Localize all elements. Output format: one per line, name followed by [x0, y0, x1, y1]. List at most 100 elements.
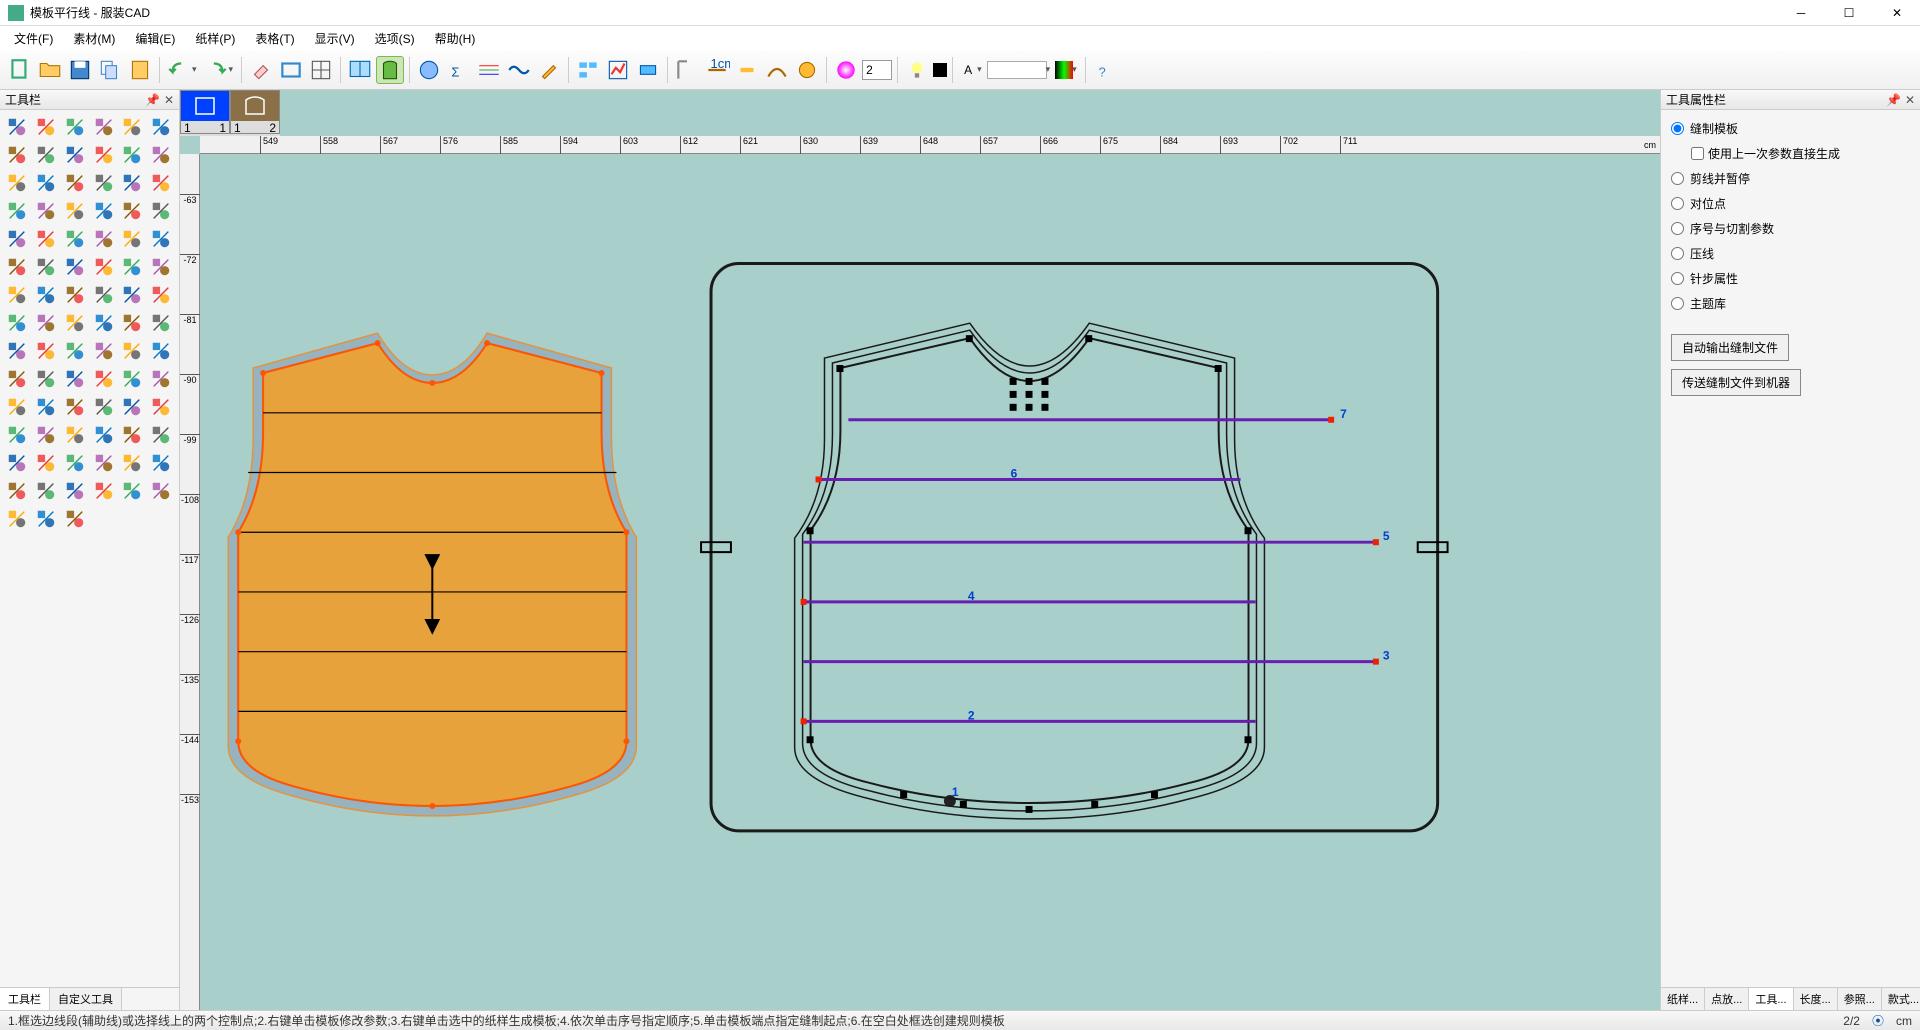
- tool-marker-icon[interactable]: [148, 114, 174, 140]
- tool-parallel-icon[interactable]: [119, 310, 145, 336]
- tool-r1-icon[interactable]: [4, 478, 30, 504]
- panel-close-icon[interactable]: ✕: [164, 93, 174, 107]
- tool-align-icon[interactable]: [91, 310, 117, 336]
- tool-q3-icon[interactable]: [62, 450, 88, 476]
- tool-pinch-icon[interactable]: [119, 226, 145, 252]
- tool-r6-icon[interactable]: [148, 478, 174, 504]
- tool-blue2-icon[interactable]: [33, 422, 59, 448]
- paste-icon[interactable]: [126, 56, 154, 84]
- tool-p16-icon[interactable]: [91, 394, 117, 420]
- tool-arrow-icon[interactable]: [4, 114, 30, 140]
- drawing-viewport[interactable]: 7654321: [200, 154, 1660, 1010]
- left-pattern-piece[interactable]: [228, 333, 636, 816]
- tool-wrench-icon[interactable]: [62, 170, 88, 196]
- film-strip-icon[interactable]: [1055, 61, 1073, 79]
- tool-triangle-icon[interactable]: [62, 226, 88, 252]
- style-dropdown-arrow-icon[interactable]: ▾: [1046, 64, 1051, 75]
- tool-angle-icon[interactable]: [62, 254, 88, 280]
- radio-2[interactable]: 对位点: [1671, 195, 1910, 212]
- tool-img-icon[interactable]: [4, 366, 30, 392]
- tool-tag-icon[interactable]: [148, 170, 174, 196]
- tool-q5-icon[interactable]: [119, 450, 145, 476]
- new-icon[interactable]: [6, 56, 34, 84]
- tool-shape-c-icon[interactable]: [62, 310, 88, 336]
- mirror-icon[interactable]: [793, 56, 821, 84]
- wave-icon[interactable]: [505, 56, 533, 84]
- tool-wave-icon[interactable]: [33, 254, 59, 280]
- tool-p11-icon[interactable]: [119, 366, 145, 392]
- menu-表格(T)[interactable]: 表格(T): [247, 28, 302, 49]
- notch-icon[interactable]: [733, 56, 761, 84]
- thumbnail-1[interactable]: 12: [230, 90, 280, 134]
- right-tab-5[interactable]: 款式...: [1882, 988, 1920, 1010]
- tool-p6-icon[interactable]: [91, 338, 117, 364]
- tool-pen-curve-icon[interactable]: [33, 114, 59, 140]
- tool-blue6-icon[interactable]: [148, 422, 174, 448]
- tool-p12-icon[interactable]: [148, 366, 174, 392]
- tool-q6-icon[interactable]: [148, 450, 174, 476]
- right-tab-2[interactable]: 工具...: [1749, 988, 1793, 1010]
- tool-plus-icon[interactable]: [119, 282, 145, 308]
- minimize-button[interactable]: ─: [1786, 3, 1816, 23]
- tool-cut2-icon[interactable]: [33, 198, 59, 224]
- tool-shape-icon[interactable]: [119, 170, 145, 196]
- radio-6[interactable]: 主题库: [1671, 295, 1910, 312]
- tool-square-icon[interactable]: [148, 254, 174, 280]
- tool-r5-icon[interactable]: [119, 478, 145, 504]
- use-last-params-checkbox[interactable]: 使用上一次参数直接生成: [1691, 145, 1910, 162]
- letter-dropdown-icon[interactable]: ▾: [977, 64, 982, 75]
- tool-p18-icon[interactable]: [148, 394, 174, 420]
- radio-1[interactable]: 剪线并暂停: [1671, 170, 1910, 187]
- seam-icon[interactable]: 1cm: [703, 56, 731, 84]
- frame-icon[interactable]: [277, 56, 305, 84]
- tool-p13-icon[interactable]: [4, 394, 30, 420]
- tool-q4-icon[interactable]: [91, 450, 117, 476]
- tool-grid2-icon[interactable]: [148, 282, 174, 308]
- tool-shape2-icon[interactable]: [119, 198, 145, 224]
- pattern-shape-icon[interactable]: [376, 56, 404, 84]
- tool-folder-icon[interactable]: [33, 338, 59, 364]
- tool-zigzag-icon[interactable]: [4, 338, 30, 364]
- right-tab-0[interactable]: 纸样...: [1661, 988, 1705, 1010]
- left-tab-1[interactable]: 自定义工具: [50, 988, 122, 1010]
- tool-q2-icon[interactable]: [33, 450, 59, 476]
- chart-icon[interactable]: [604, 56, 632, 84]
- brush-icon[interactable]: [535, 56, 563, 84]
- menu-文件(F)[interactable]: 文件(F): [6, 28, 61, 49]
- tool-scissors-icon[interactable]: [91, 170, 117, 196]
- tool-curve3-icon[interactable]: [119, 254, 145, 280]
- tool-s1-icon[interactable]: [4, 506, 30, 532]
- tool-p8-icon[interactable]: [148, 338, 174, 364]
- undo-icon[interactable]: [165, 56, 193, 84]
- radio-5[interactable]: 针步属性: [1671, 270, 1910, 287]
- close-button[interactable]: ✕: [1882, 3, 1912, 23]
- tool-p14-icon[interactable]: [33, 394, 59, 420]
- tool-text-icon[interactable]: [4, 282, 30, 308]
- tool-blue3-icon[interactable]: [62, 422, 88, 448]
- tool-p7-icon[interactable]: [119, 338, 145, 364]
- sigma-icon[interactable]: Σ: [445, 56, 473, 84]
- curve-tool-icon[interactable]: [763, 56, 791, 84]
- redo-icon[interactable]: [202, 56, 230, 84]
- tool-protractor-icon[interactable]: [4, 226, 30, 252]
- tool-p9-icon[interactable]: [62, 366, 88, 392]
- radio-0[interactable]: 缝制模板: [1671, 120, 1910, 137]
- tool-rect-dot-icon[interactable]: [62, 282, 88, 308]
- tool-r3-icon[interactable]: [62, 478, 88, 504]
- tool-line-dot-icon[interactable]: [148, 142, 174, 168]
- help-icon[interactable]: ?: [1091, 56, 1119, 84]
- film-dropdown-icon[interactable]: ▾: [1072, 64, 1077, 75]
- redo-dropdown-icon[interactable]: ▾: [229, 64, 234, 75]
- open-icon[interactable]: [36, 56, 64, 84]
- radio-3[interactable]: 序号与切割参数: [1671, 220, 1910, 237]
- tool-pencil-icon[interactable]: [4, 142, 30, 168]
- grid-icon[interactable]: [307, 56, 335, 84]
- menu-素材(M)[interactable]: 素材(M): [65, 28, 123, 49]
- left-tab-0[interactable]: 工具栏: [0, 988, 50, 1010]
- radio-4[interactable]: 压线: [1671, 245, 1910, 262]
- tool-ruler-icon[interactable]: [148, 198, 174, 224]
- menu-编辑(E)[interactable]: 编辑(E): [127, 28, 183, 49]
- right-tab-1[interactable]: 点放...: [1705, 988, 1749, 1010]
- send-to-machine-button[interactable]: 传送缝制文件到机器: [1671, 369, 1801, 396]
- tool-bezier-icon[interactable]: [62, 114, 88, 140]
